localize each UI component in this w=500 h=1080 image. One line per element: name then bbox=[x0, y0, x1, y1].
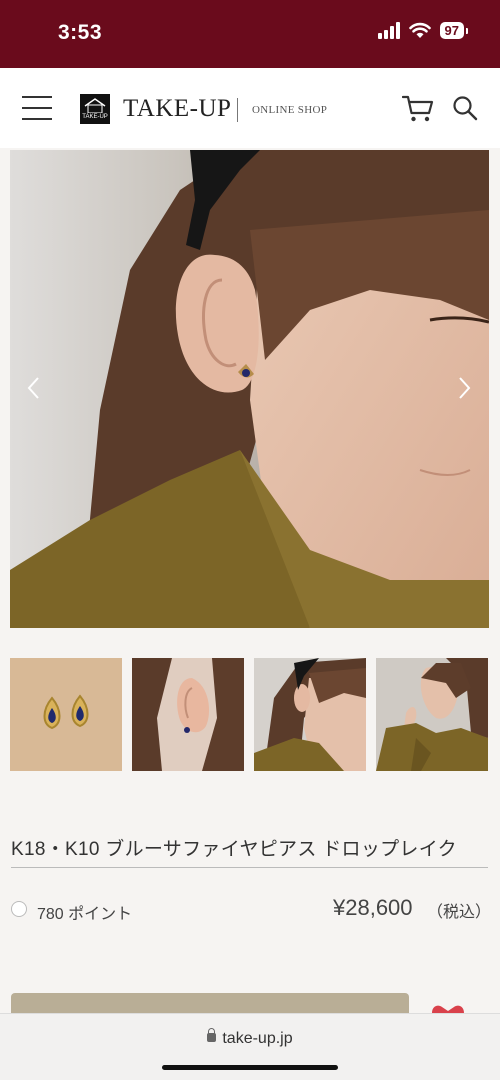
price: ¥28,600 bbox=[333, 895, 413, 920]
logo-mark-text: TAKE-UP bbox=[82, 114, 108, 120]
home-indicator[interactable] bbox=[162, 1065, 338, 1070]
logo-subtitle: ONLINE SHOP bbox=[252, 104, 328, 116]
browser-url-bar[interactable]: take-up.jp bbox=[0, 1013, 500, 1080]
tax-label: （税込） bbox=[427, 904, 492, 921]
thumbnail-model-side[interactable] bbox=[254, 658, 366, 771]
signal-icon bbox=[377, 22, 400, 39]
url-label: take-up.jp bbox=[222, 1030, 293, 1047]
search-icon[interactable] bbox=[452, 95, 478, 121]
site-header: TAKE-UP TAKE-UP ONLINE SHOP bbox=[0, 68, 500, 148]
thumbnail-ear-closeup[interactable] bbox=[132, 658, 244, 771]
thumbnail-model-pose[interactable] bbox=[376, 658, 488, 771]
logo-text[interactable]: TAKE-UP bbox=[123, 95, 231, 123]
menu-icon[interactable] bbox=[22, 96, 52, 120]
title-divider bbox=[11, 867, 488, 868]
product-title: K18・K10 ブルーサファイヤピアス ドロップレイク bbox=[11, 839, 457, 860]
thumbnail-earrings-product[interactable] bbox=[10, 658, 122, 771]
cart-icon[interactable] bbox=[402, 95, 434, 123]
status-icons: 97 bbox=[377, 22, 469, 39]
battery-icon: 97 bbox=[439, 22, 469, 39]
logo-mark[interactable]: TAKE-UP bbox=[80, 94, 110, 124]
chevron-left-icon[interactable] bbox=[24, 373, 44, 403]
url-text[interactable]: take-up.jp bbox=[0, 1028, 500, 1048]
thumbnail-strip bbox=[10, 658, 489, 771]
chevron-right-icon[interactable] bbox=[454, 373, 474, 403]
status-bar: 3:53 97 bbox=[0, 0, 500, 68]
logo-divider bbox=[237, 98, 238, 122]
house-icon bbox=[84, 98, 106, 113]
points-radio[interactable] bbox=[11, 901, 27, 917]
points-label: 780 ポイント bbox=[37, 906, 133, 923]
wifi-icon bbox=[408, 22, 431, 38]
lock-icon bbox=[207, 1028, 217, 1042]
status-time: 3:53 bbox=[58, 21, 103, 44]
main-product-image[interactable] bbox=[10, 150, 489, 628]
